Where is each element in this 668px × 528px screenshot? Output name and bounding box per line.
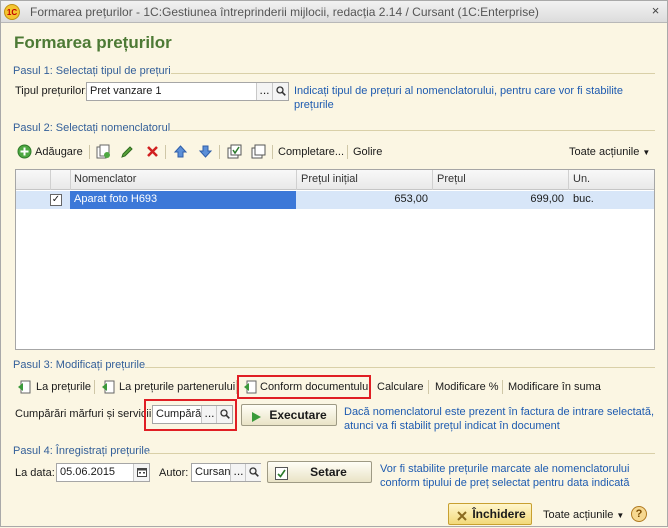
modify-sum-button[interactable]: Modificare în suma [508,378,601,396]
help-icon[interactable]: ? [631,506,647,522]
column-header-unit[interactable]: Un. [573,173,590,185]
step1-heading: Pasul 1: Selectați tipul de prețuri [13,65,171,77]
execute-button[interactable]: Executare [241,404,337,426]
author-value: Cursant [195,466,233,478]
highlight-box [144,399,237,431]
cell-unit[interactable]: buc. [573,193,594,205]
column-divider [70,170,71,190]
all-actions-label: Toate acțiunile [569,146,640,158]
chevron-down-icon: ▼ [616,511,625,520]
divider [145,367,655,368]
price-type-search-icon[interactable] [272,83,288,100]
divider [169,130,655,131]
form-window: 1C Formarea prețurilor - 1C:Gestiunea în… [0,0,668,527]
highlight-box [237,375,371,399]
toolbar-separator [502,380,503,394]
close-label: Închidere [472,507,526,521]
author-label: Autor: [159,467,189,479]
clear-button[interactable]: Golire [353,143,382,161]
footer-all-actions-label: Toate acțiunile [543,509,614,521]
cell-nomenclature[interactable]: Aparat foto H693 [74,193,157,205]
play-icon [250,409,262,429]
toolbar-separator [347,145,348,159]
doc-label: Cumpărări mărfuri și servicii: [15,408,155,420]
step1-hint: Indicați tipul de prețuri al nomenclator… [294,85,623,111]
column-header-nomenclature[interactable]: Nomenclator [74,173,136,185]
move-up-icon[interactable] [173,144,188,162]
divider [171,73,655,74]
table-row[interactable]: ✓ Aparat foto H693 653,00 699,00 buc. [16,191,654,209]
title-bar: 1C Formarea prețurilor - 1C:Gestiunea în… [1,1,667,23]
divider [147,453,655,454]
delete-icon[interactable] [145,144,160,162]
step3-heading: Pasul 3: Modificați prețurile [13,359,146,371]
app-logo-icon: 1C [4,4,20,20]
close-window-button[interactable]: × [648,3,663,19]
date-label: La data: [15,467,55,479]
execute-label: Executare [269,408,327,422]
step4-hint: Vor fi stabilite prețurile marcate ale n… [380,463,630,489]
step3-hint: Dacă nomenclatorul este prezent în factu… [344,406,655,432]
chevron-down-icon: ▼ [642,148,651,157]
toolbar-separator [272,145,273,159]
author-field[interactable]: Cursant ... [191,463,261,482]
price-type-label: Tipul prețurilor: [15,85,88,97]
uncheck-all-icon[interactable] [251,144,266,162]
toolbar-separator [89,145,90,159]
column-divider [50,170,51,190]
date-field[interactable]: 05.06.2015 [56,463,150,482]
page-title: Formarea prețurilor [14,33,172,52]
price-type-value: Pret vanzare 1 [90,85,162,97]
edit-icon[interactable] [120,144,135,162]
complete-button[interactable]: Completare... [278,143,344,161]
check-all-icon[interactable] [227,144,242,162]
author-search-icon[interactable] [245,464,261,481]
close-button[interactable]: Închidere [448,503,532,525]
add-button[interactable]: Adăugare [35,143,83,161]
set-button[interactable]: Setare [267,461,372,483]
cell-price[interactable]: 699,00 [436,193,564,205]
step2-heading: Pasul 2: Selectați nomenclatorul [13,122,171,134]
by-prices-button[interactable]: La prețurile [36,378,91,396]
close-icon [456,508,468,528]
column-header-initial-price[interactable]: Prețul inițial [301,173,358,185]
window-title: Formarea prețurilor - 1C:Gestiunea între… [30,5,539,19]
column-header-price[interactable]: Prețul [437,173,466,185]
toolbar-separator [428,380,429,394]
author-select-button[interactable]: ... [230,464,246,481]
by-partner-prices-icon[interactable] [101,380,115,397]
column-divider [432,170,433,190]
toolbar-separator [165,145,166,159]
by-prices-icon[interactable] [17,380,31,397]
row-checkbox[interactable]: ✓ [50,194,62,206]
toolbar-separator [94,380,95,394]
by-partner-prices-button[interactable]: La prețurile partenerului [119,378,235,396]
register-icon [275,466,288,486]
column-divider [568,170,569,190]
step4-heading: Pasul 4: Înregistrați prețurile [13,445,150,457]
add-icon[interactable] [17,144,32,162]
footer-all-actions-menu[interactable]: Toate acțiunile ▼ [543,506,624,524]
move-down-icon[interactable] [198,144,213,162]
toolbar-separator [219,145,220,159]
cell-initial-price[interactable]: 653,00 [300,193,428,205]
calculate-button[interactable]: Calculare [377,378,423,396]
table-header: Nomenclator Prețul inițial Prețul Un. [16,170,654,190]
modify-percent-button[interactable]: Modificare % [435,378,499,396]
copy-icon[interactable] [96,144,111,162]
price-type-field[interactable]: Pret vanzare 1 ... [86,82,289,101]
calendar-icon[interactable] [133,464,149,481]
set-label: Setare [310,465,347,479]
date-value: 05.06.2015 [60,466,116,478]
column-divider [296,170,297,190]
all-actions-menu[interactable]: Toate acțiunile ▼ [569,143,650,161]
items-table: Nomenclator Prețul inițial Prețul Un. ✓ … [15,169,655,350]
price-type-select-button[interactable]: ... [256,83,272,100]
